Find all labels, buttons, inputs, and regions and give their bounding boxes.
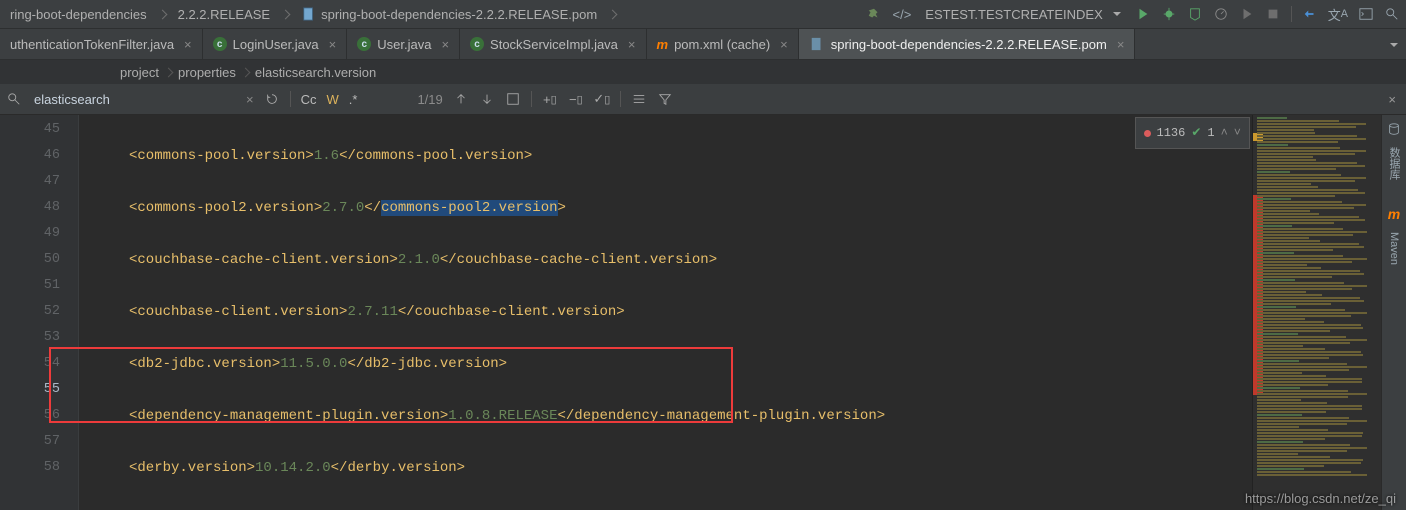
select-all-occur-icon[interactable]: ✓▯: [594, 91, 610, 107]
match-case-toggle[interactable]: Cc: [301, 92, 317, 107]
crumb-module[interactable]: ring-boot-dependencies: [6, 7, 151, 22]
tab-user[interactable]: cUser.java×: [347, 29, 460, 59]
search-icon: [6, 91, 22, 107]
dropdown-icon: [1113, 12, 1121, 20]
inspection-widget[interactable]: 1136 ✔1 ˄ ˅: [1135, 117, 1250, 149]
warn-icon: ✔: [1191, 120, 1201, 146]
build-icon[interactable]: [866, 6, 882, 22]
close-icon[interactable]: ×: [628, 37, 636, 52]
chevron-down-icon[interactable]: ˅: [1234, 120, 1241, 146]
run-config-select[interactable]: ESTEST.TESTCREATEINDEX: [921, 7, 1124, 22]
remove-selection-icon[interactable]: −▯: [568, 91, 584, 107]
find-toolbar: × Cc W .* 1/19 +▯ −▯ ✓▯ ×: [0, 84, 1406, 115]
separator: [531, 91, 532, 107]
run-icon[interactable]: [1135, 6, 1151, 22]
regex-toggle[interactable]: .*: [349, 92, 358, 107]
settings-icon[interactable]: [631, 91, 647, 107]
right-tool-buttons: 数据库 m Maven: [1381, 115, 1406, 510]
editor: 454647 484950 515253 545556 5758 <common…: [0, 115, 1406, 510]
profile-icon[interactable]: [1213, 6, 1229, 22]
class-icon: c: [470, 37, 484, 51]
tab-spring-boot-deps-pom[interactable]: spring-boot-dependencies-2.2.2.RELEASE.p…: [799, 29, 1136, 59]
close-icon[interactable]: ×: [441, 37, 449, 52]
filter-icon[interactable]: [657, 91, 673, 107]
maven-label[interactable]: Maven: [1388, 232, 1400, 265]
search-everywhere-icon[interactable]: [1384, 6, 1400, 22]
chevron-down-icon: [1390, 43, 1398, 51]
tabs-dropdown[interactable]: [1382, 37, 1406, 52]
close-findbar-icon[interactable]: ×: [1388, 92, 1396, 107]
clear-search-icon[interactable]: ×: [246, 92, 254, 107]
maven-icon: m: [657, 37, 669, 52]
prev-match-icon[interactable]: [453, 91, 469, 107]
debug-icon[interactable]: [1161, 6, 1177, 22]
crumb-version[interactable]: 2.2.2.RELEASE: [174, 7, 275, 22]
database-icon[interactable]: [1386, 121, 1402, 137]
watermark: https://blog.csdn.net/ze_qi: [1245, 491, 1396, 506]
select-all-icon[interactable]: [505, 91, 521, 107]
whole-word-toggle[interactable]: W: [326, 92, 338, 107]
crumb-project[interactable]: project: [120, 65, 159, 80]
tab-auth-filter[interactable]: uthenticationTokenFilter.java×: [0, 29, 203, 59]
close-icon[interactable]: ×: [184, 37, 192, 52]
chevron-right-icon: [164, 67, 174, 77]
chevron-right-icon: [281, 9, 291, 19]
minimap[interactable]: /* drawn via css below */: [1252, 115, 1381, 510]
vcs-update-icon[interactable]: [1302, 6, 1318, 22]
error-icon: [1144, 130, 1151, 137]
tab-loginuser[interactable]: cLoginUser.java×: [203, 29, 348, 59]
crumb-properties[interactable]: properties: [178, 65, 236, 80]
class-icon: c: [213, 37, 227, 51]
history-icon[interactable]: [264, 91, 280, 107]
database-label[interactable]: 数据库: [1386, 147, 1402, 180]
crumb-file[interactable]: spring-boot-dependencies-2.2.2.RELEASE.p…: [297, 6, 601, 22]
stop-icon[interactable]: [1265, 6, 1281, 22]
chevron-right-icon: [157, 9, 167, 19]
separator: [1291, 6, 1292, 22]
tab-pom-cache[interactable]: mpom.xml (cache)×: [647, 29, 799, 59]
chevron-right-icon: [240, 67, 250, 77]
close-icon[interactable]: ×: [780, 37, 788, 52]
structure-breadcrumb: project properties elasticsearch.version: [0, 60, 1406, 84]
coverage-icon[interactable]: [1187, 6, 1203, 22]
chevron-right-icon: [608, 9, 618, 19]
crumb-elasticsearch-version[interactable]: elasticsearch.version: [255, 65, 376, 80]
translate-icon[interactable]: 文A: [1328, 6, 1348, 22]
line-gutter: 454647 484950 515253 545556 5758: [0, 115, 79, 510]
separator: [620, 91, 621, 107]
code-content[interactable]: <commons-pool.version>1.6</commons-pool.…: [79, 115, 1252, 510]
attach-debug-icon[interactable]: [1239, 6, 1255, 22]
add-selection-icon[interactable]: +▯: [542, 91, 558, 107]
editor-tabs: uthenticationTokenFilter.java× cLoginUse…: [0, 29, 1406, 60]
close-icon[interactable]: ×: [1117, 37, 1125, 52]
separator: [290, 91, 291, 107]
tab-stockservice[interactable]: cStockServiceImpl.java×: [460, 29, 646, 59]
maven-icon[interactable]: m: [1388, 206, 1400, 222]
terminal-icon[interactable]: [1358, 6, 1374, 22]
navigation-bar: ring-boot-dependencies 2.2.2.RELEASE spr…: [0, 0, 1406, 29]
code-icon[interactable]: </>: [892, 7, 911, 22]
class-icon: c: [357, 37, 371, 51]
chevron-up-icon[interactable]: ˄: [1221, 120, 1228, 146]
pom-file-icon: [301, 6, 317, 22]
find-count: 1/19: [417, 92, 442, 107]
search-input[interactable]: [32, 91, 236, 108]
pom-file-icon: [809, 36, 825, 52]
next-match-icon[interactable]: [479, 91, 495, 107]
close-icon[interactable]: ×: [329, 37, 337, 52]
